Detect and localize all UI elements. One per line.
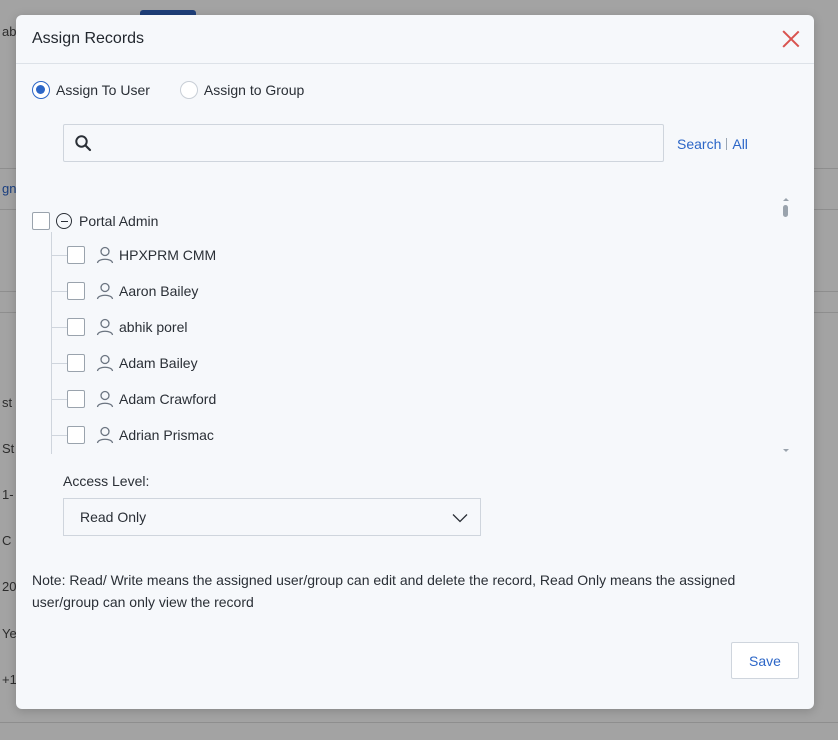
background-text: st bbox=[2, 395, 13, 410]
background-text: +1 bbox=[2, 672, 17, 687]
assign-to-group-label: Assign to Group bbox=[203, 82, 305, 98]
user-icon bbox=[96, 426, 114, 444]
tree-connector bbox=[51, 290, 67, 292]
user-icon bbox=[96, 390, 114, 408]
user-icon bbox=[96, 318, 114, 336]
chevron-down-icon bbox=[452, 514, 468, 523]
background-text: Ye bbox=[2, 626, 17, 641]
background-text: gn bbox=[2, 181, 17, 196]
user-name: Adam Crawford bbox=[119, 391, 217, 407]
dialog-title: Assign Records bbox=[32, 30, 145, 47]
user-name: Adam Bailey bbox=[119, 355, 198, 371]
user-checkbox[interactable] bbox=[67, 354, 85, 372]
scroll-up-icon[interactable] bbox=[783, 198, 789, 201]
search-input[interactable] bbox=[63, 124, 664, 162]
user-name: Aaron Bailey bbox=[119, 283, 199, 299]
user-icon bbox=[96, 282, 114, 300]
user-name: abhik porel bbox=[119, 319, 188, 335]
tree-item-user: Adrian Prismac bbox=[51, 425, 214, 445]
user-name: Adrian Prismac bbox=[119, 427, 214, 443]
assign-type-radio-group: Assign To User Assign to Group bbox=[32, 81, 334, 99]
tree-connector bbox=[51, 362, 67, 364]
user-name: HPXPRM CMM bbox=[119, 247, 217, 263]
background-text: St bbox=[2, 441, 15, 456]
background-divider bbox=[0, 722, 838, 723]
dialog-header: Assign Records bbox=[16, 15, 814, 64]
assign-to-user-radio[interactable] bbox=[32, 81, 50, 99]
assign-to-user-label: Assign To User bbox=[56, 82, 150, 98]
link-separator bbox=[726, 138, 728, 150]
collapse-icon[interactable] bbox=[56, 213, 72, 229]
user-checkbox[interactable] bbox=[67, 318, 85, 336]
user-tree: Portal Admin HPXPRM CMM Aaron Bailey abh… bbox=[32, 195, 792, 454]
access-note: Note: Read/ Write means the assigned use… bbox=[32, 572, 736, 610]
save-button[interactable]: Save bbox=[731, 642, 799, 679]
user-checkbox[interactable] bbox=[67, 246, 85, 264]
user-icon bbox=[96, 354, 114, 372]
background-text: C bbox=[2, 533, 12, 548]
background-text: 1- bbox=[2, 487, 14, 502]
tree-item-user: Adam Crawford bbox=[51, 389, 216, 409]
assign-records-dialog: Assign Records Assign To User Assign to … bbox=[16, 15, 814, 709]
tree-connector bbox=[51, 398, 67, 400]
assign-to-group-option[interactable]: Assign to Group bbox=[179, 81, 305, 99]
all-link[interactable]: All bbox=[732, 136, 748, 152]
tree-item-user: abhik porel bbox=[51, 317, 188, 337]
tree-root-portal-admin: Portal Admin bbox=[32, 211, 158, 231]
close-icon[interactable] bbox=[782, 30, 800, 48]
user-checkbox[interactable] bbox=[67, 282, 85, 300]
user-checkbox[interactable] bbox=[67, 390, 85, 408]
tree-connector bbox=[51, 254, 67, 256]
background-text: 20 bbox=[2, 579, 17, 594]
assign-to-user-option[interactable]: Assign To User bbox=[32, 81, 150, 99]
tree-connector bbox=[51, 326, 67, 328]
scroll-thumb[interactable] bbox=[783, 205, 788, 217]
tree-item-user: Adam Bailey bbox=[51, 353, 198, 373]
root-checkbox[interactable] bbox=[32, 212, 50, 230]
user-icon bbox=[96, 246, 114, 264]
access-level-label: Access Level: bbox=[63, 473, 150, 489]
tree-scrollbar[interactable] bbox=[780, 196, 792, 454]
search-link[interactable]: Search bbox=[677, 136, 721, 152]
access-level-select[interactable]: Read Only bbox=[63, 498, 481, 536]
access-level-value: Read Only bbox=[80, 509, 147, 525]
assign-to-group-radio[interactable] bbox=[179, 81, 198, 99]
tree-item-user: HPXPRM CMM bbox=[51, 245, 216, 265]
background-text: ab bbox=[2, 24, 17, 39]
scroll-down-icon[interactable] bbox=[783, 449, 789, 452]
tree-item-user: Aaron Bailey bbox=[51, 281, 198, 301]
search-links: Search All bbox=[677, 136, 748, 152]
tree-connector bbox=[51, 232, 52, 454]
tree-connector bbox=[51, 434, 67, 436]
user-checkbox[interactable] bbox=[67, 426, 85, 444]
root-label: Portal Admin bbox=[79, 213, 159, 229]
search-icon bbox=[75, 135, 92, 152]
